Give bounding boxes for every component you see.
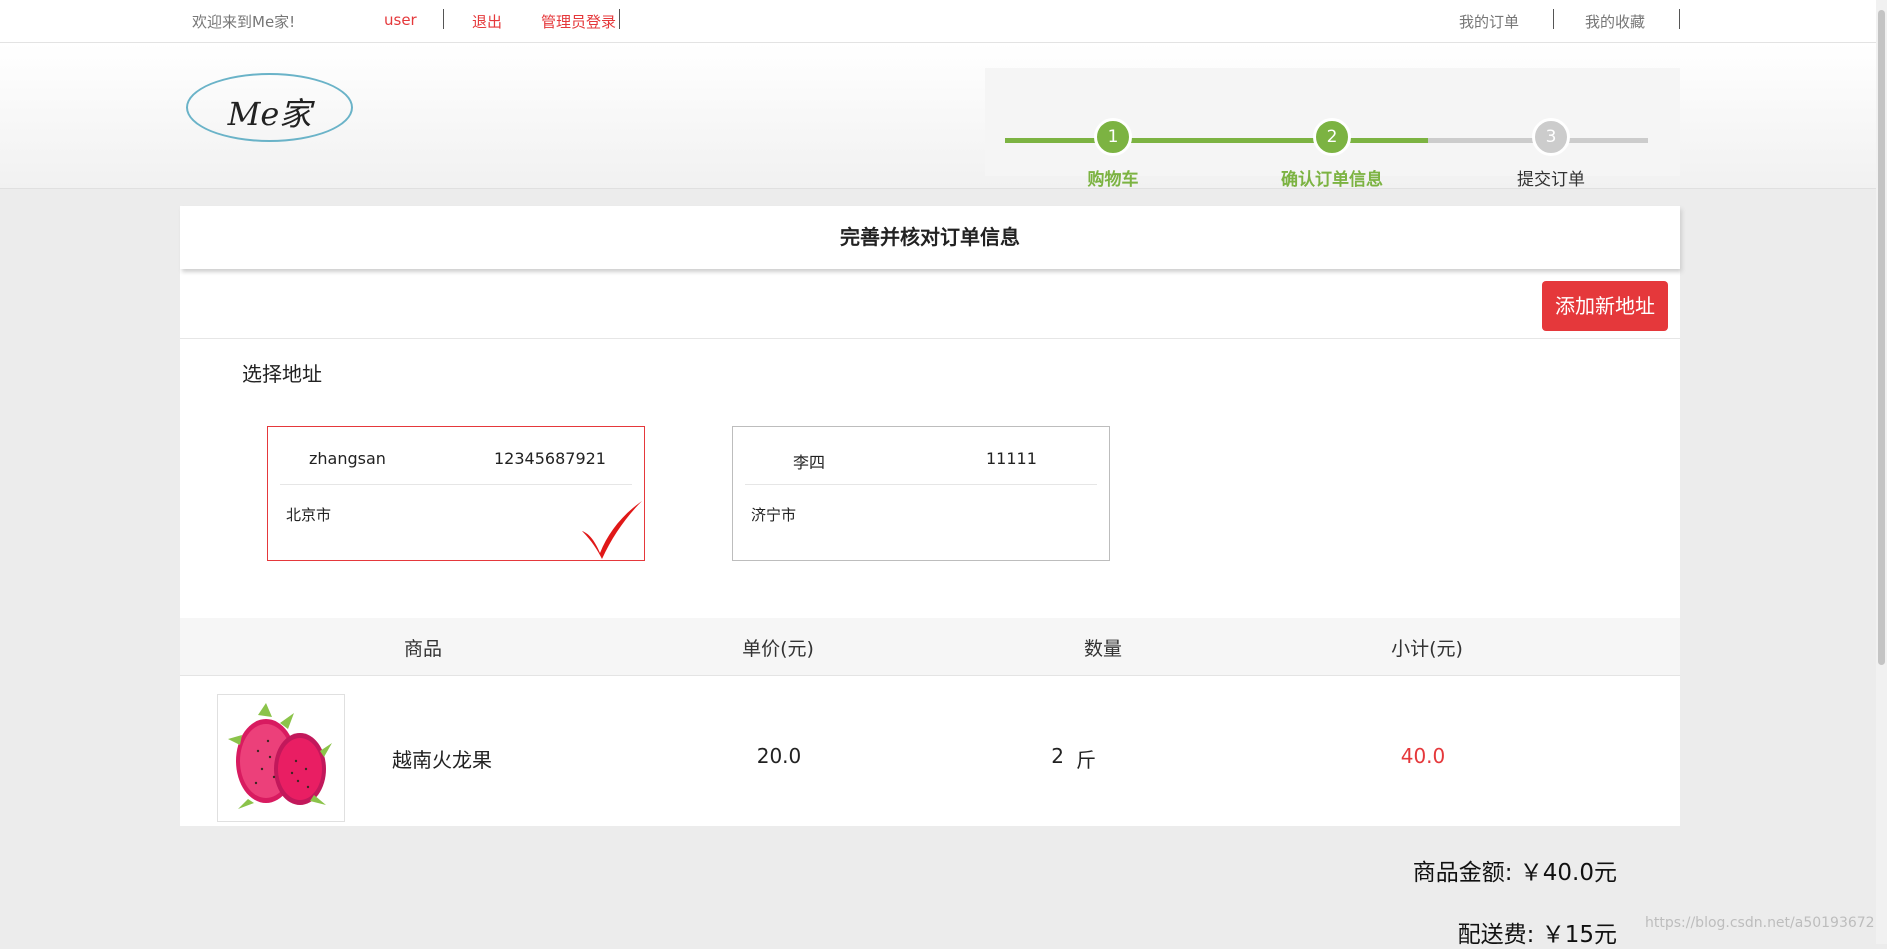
divider xyxy=(619,9,620,29)
address-phone: 12345687921 xyxy=(494,449,606,468)
divider xyxy=(1553,9,1554,29)
vertical-scrollbar[interactable] xyxy=(1876,0,1887,944)
top-bar: 欢迎来到Me家! user 退出 管理员登录 我的订单 我的收藏 xyxy=(0,0,1887,43)
logout-link[interactable]: 退出 xyxy=(472,11,502,32)
column-header-price: 单价(元) xyxy=(742,638,814,660)
my-favorites-link[interactable]: 我的收藏 xyxy=(1585,11,1645,32)
watermark: https://blog.csdn.net/a501936721 xyxy=(1645,915,1884,931)
header: Me家 1 2 3 购物车 确认订单信息 提交订单 xyxy=(0,43,1887,190)
select-address-label: 选择地址 xyxy=(242,362,322,386)
product-name[interactable]: 越南火龙果 xyxy=(342,744,542,773)
address-city: 北京市 xyxy=(286,506,332,524)
column-header-subtotal: 小计(元) xyxy=(1391,638,1463,660)
step-1-label: 购物车 xyxy=(1087,170,1139,190)
dragon-fruit-image xyxy=(218,695,344,821)
divider xyxy=(1679,9,1680,29)
product-quantity: 2 xyxy=(1051,744,1064,768)
checkmark-icon xyxy=(582,501,642,559)
site-logo[interactable]: Me家 xyxy=(186,73,353,142)
scrollbar-thumb[interactable] xyxy=(1878,10,1885,665)
delivery-fee-value: ￥15元 xyxy=(1541,922,1617,948)
progress-line-done xyxy=(1005,138,1428,143)
divider xyxy=(280,484,632,485)
goods-amount-value: ￥40.0元 xyxy=(1519,860,1617,886)
address-card[interactable]: 李四 11111 济宁市 xyxy=(732,426,1110,561)
address-phone: 11111 xyxy=(986,449,1037,468)
address-name: zhangsan xyxy=(309,449,386,468)
product-unit: 斤 xyxy=(1076,748,1096,772)
table-row: 越南火龙果 20.0 2 斤 40.0 xyxy=(180,676,1680,826)
product-subtotal: 40.0 xyxy=(1400,744,1446,768)
divider xyxy=(443,9,444,29)
order-confirm-panel: 完善并核对订单信息 添加新地址 选择地址 zhangsan 1234568792… xyxy=(180,206,1680,826)
divider xyxy=(180,338,1680,339)
page-title: 完善并核对订单信息 xyxy=(180,206,1680,269)
goods-amount-label: 商品金额: xyxy=(1412,860,1513,886)
address-name: 李四 xyxy=(793,453,826,472)
step-2-label: 确认订单信息 xyxy=(1281,170,1383,190)
column-header-product: 商品 xyxy=(403,638,442,660)
step-3-circle: 3 xyxy=(1532,118,1570,156)
product-image[interactable] xyxy=(217,694,345,822)
address-city: 济宁市 xyxy=(751,506,797,524)
column-header-quantity: 数量 xyxy=(1083,638,1122,660)
step-1-circle: 1 xyxy=(1094,118,1132,156)
logo-text: Me家 xyxy=(227,95,312,133)
step-3-label: 提交订单 xyxy=(1517,170,1585,190)
divider xyxy=(745,484,1097,485)
address-card-selected[interactable]: zhangsan 12345687921 北京市 xyxy=(267,426,645,561)
product-price: 20.0 xyxy=(756,744,802,768)
add-address-button[interactable]: 添加新地址 xyxy=(1542,281,1668,331)
step-2-circle: 2 xyxy=(1313,118,1351,156)
delivery-fee-label: 配送费: xyxy=(1457,922,1535,948)
order-progress: 1 2 3 购物车 确认订单信息 提交订单 xyxy=(985,68,1680,190)
my-orders-link[interactable]: 我的订单 xyxy=(1459,11,1519,32)
welcome-text: 欢迎来到Me家! xyxy=(192,13,296,31)
table-header: 商品 单价(元) 数量 小计(元) xyxy=(180,618,1680,676)
username-link[interactable]: user xyxy=(384,11,417,29)
admin-login-link[interactable]: 管理员登录 xyxy=(541,11,616,32)
goods-amount: 商品金额: ￥40.0元 xyxy=(1413,853,1617,887)
